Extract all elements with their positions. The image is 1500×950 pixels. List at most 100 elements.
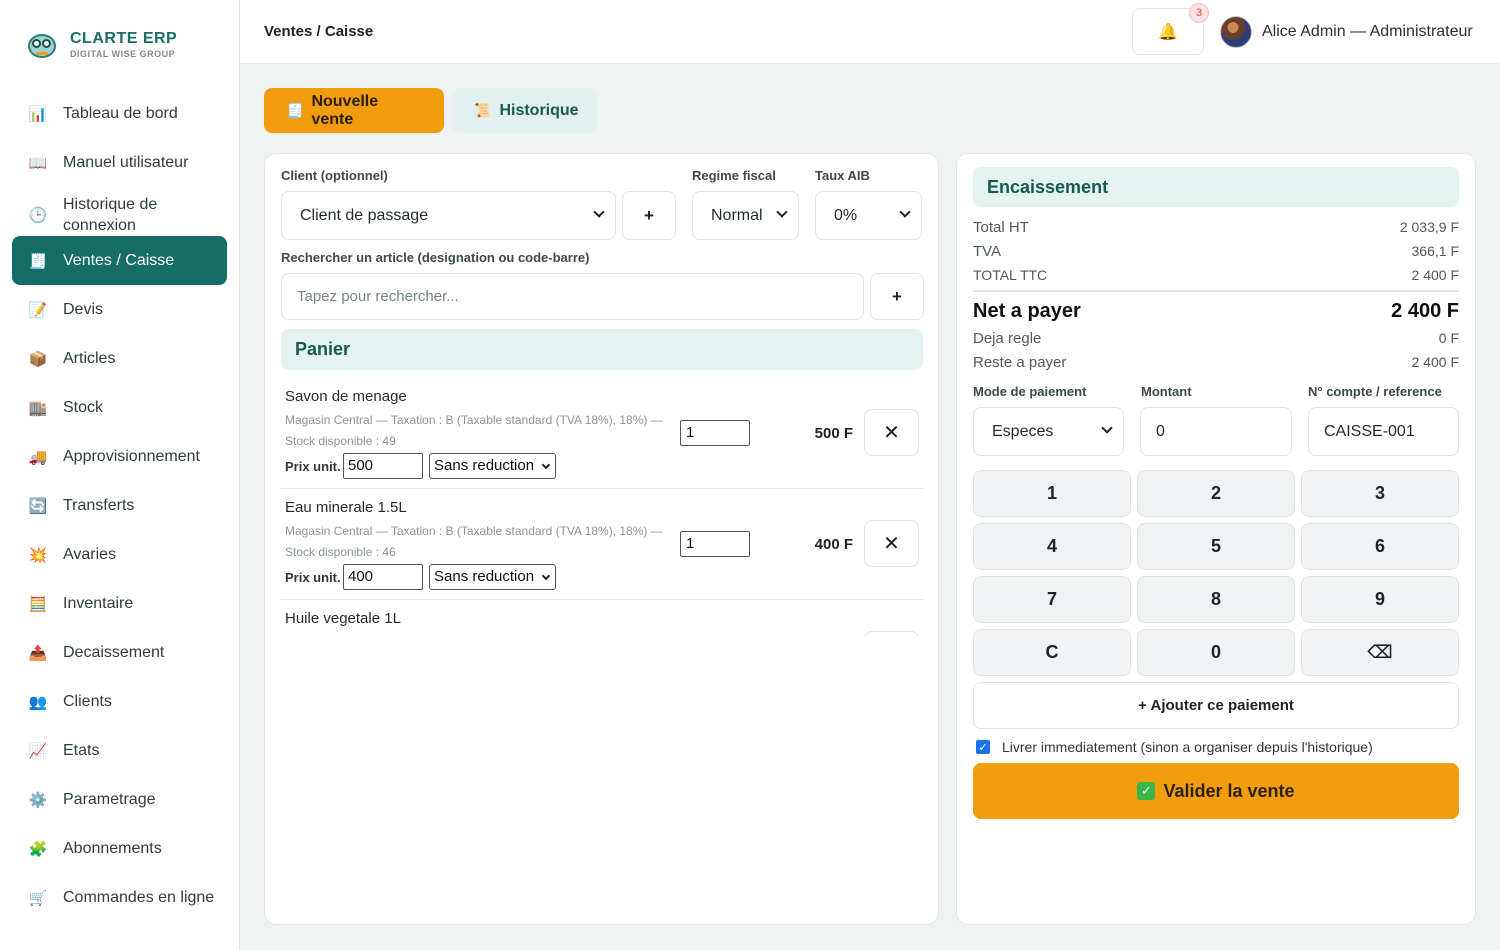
cart-list[interactable]: Savon de menage Magasin Central — Taxatio…	[281, 378, 923, 636]
check-mark-icon: ✓	[1137, 782, 1156, 800]
sidebar-item-tableau-de-bord[interactable]: 📊 Tableau de bord	[12, 89, 227, 138]
sidebar-item-avaries[interactable]: 💥 Avaries	[12, 530, 227, 579]
unit-price-label: Prix unit.	[285, 459, 341, 474]
article-search-input[interactable]: Tapez pour rechercher...	[281, 273, 864, 320]
sidebar-item-manuel-utilisateur[interactable]: 📖 Manuel utilisateur	[12, 138, 227, 187]
sidebar-item-articles[interactable]: 📦 Articles	[12, 334, 227, 383]
book-icon: 📖	[28, 154, 48, 172]
keypad-key-9[interactable]: 9	[1301, 576, 1459, 623]
add-payment-button[interactable]: + Ajouter ce paiement	[973, 682, 1459, 729]
sidebar: CLARTE ERP DIGITAL WISE GROUP 📊 Tableau d…	[0, 0, 240, 950]
sidebar-item-label: Approvisionnement	[63, 448, 200, 465]
amount-input[interactable]: 0	[1140, 407, 1292, 456]
sidebar-item-clients[interactable]: 👥 Clients	[12, 677, 227, 726]
chevron-down-icon	[776, 206, 788, 218]
sidebar-item-stock[interactable]: 🏬 Stock	[12, 383, 227, 432]
net-row: Net a payer 2 400 F	[973, 300, 1459, 323]
net-value: 2 400 F	[1391, 300, 1459, 322]
sidebar-item-inventaire[interactable]: 🧮 Inventaire	[12, 579, 227, 628]
sidebar-item-decaissement[interactable]: 📤 Decaissement	[12, 628, 227, 677]
reduction-select-value: Sans reduction	[434, 568, 535, 585]
transfer-icon: 🔄	[28, 497, 48, 515]
add-client-button[interactable]: +	[622, 191, 676, 240]
keypad-key-0[interactable]: 0	[1137, 629, 1295, 676]
brand-name: CLARTE ERP	[70, 30, 178, 47]
sidebar-item-label: Devis	[63, 301, 104, 318]
unit-price-input[interactable]: 500	[343, 453, 423, 479]
bar-chart-icon: 📊	[28, 105, 48, 123]
quantity-input[interactable]: 1	[680, 420, 750, 446]
outbox-icon: 📤	[28, 644, 48, 662]
keypad-key-3[interactable]: 3	[1301, 470, 1459, 517]
remove-item-button[interactable]: ✕	[864, 631, 919, 636]
validate-sale-label: Valider la vente	[1163, 780, 1295, 801]
sidebar-item-label: Etats	[63, 742, 100, 759]
user-name[interactable]: Alice Admin — Administrateur	[1262, 23, 1473, 41]
deliver-checkbox[interactable]: ✓	[976, 740, 990, 754]
cart-item-meta: Magasin Central — Taxation : B (Taxable …	[285, 632, 675, 636]
keypad-key-2[interactable]: 2	[1137, 470, 1295, 517]
paid-value: 0 F	[1438, 330, 1459, 346]
receipt-icon: 🧾	[286, 102, 304, 118]
chevron-down-icon	[541, 571, 551, 581]
reference-input[interactable]: CAISSE-001	[1308, 407, 1459, 456]
total-ht-value: 2 033,9 F	[1399, 219, 1459, 235]
sidebar-item-label: Clients	[63, 693, 112, 710]
notifications-button[interactable]: 🔔 3	[1132, 3, 1209, 55]
cart-item: Savon de menage Magasin Central — Taxatio…	[281, 378, 923, 489]
tva-value: 366,1 F	[1411, 243, 1459, 259]
scroll-icon: 📜	[474, 102, 492, 118]
sidebar-item-devis[interactable]: 📝 Devis	[12, 285, 227, 334]
avatar[interactable]	[1220, 16, 1252, 48]
total-ht-label: Total HT	[973, 219, 1029, 236]
sidebar-item-approvisionnement[interactable]: 🚚 Approvisionnement	[12, 432, 227, 481]
keypad-key-8[interactable]: 8	[1137, 576, 1295, 623]
remove-item-button[interactable]: ✕	[864, 409, 919, 456]
reduction-select[interactable]: Sans reduction	[429, 453, 556, 479]
unit-price-input[interactable]: 400	[343, 564, 423, 590]
bell-icon: 🔔	[1158, 23, 1178, 41]
sidebar-item-etats[interactable]: 📈 Etats	[12, 726, 227, 775]
total-ht-row: Total HT 2 033,9 F	[973, 219, 1459, 236]
remove-item-button[interactable]: ✕	[864, 520, 919, 567]
keypad-key-4[interactable]: 4	[973, 523, 1131, 570]
sidebar-item-abonnements[interactable]: 🧩 Abonnements	[12, 824, 227, 873]
paid-row: Deja regle 0 F	[973, 330, 1459, 347]
sidebar-item-commandes-en-ligne[interactable]: 🛒 Commandes en ligne	[12, 873, 227, 922]
regime-select-value: Normal	[711, 206, 763, 224]
payment-mode-select[interactable]: Especes	[973, 407, 1124, 456]
breadcrumb: Ventes / Caisse	[264, 23, 374, 40]
puzzle-icon: 🧩	[28, 840, 48, 858]
keypad-key-5[interactable]: 5	[1137, 523, 1295, 570]
summary-divider	[973, 290, 1459, 292]
regime-select[interactable]: Normal	[692, 191, 799, 240]
warehouse-icon: 🏬	[28, 399, 48, 417]
chevron-down-icon	[593, 206, 605, 218]
sidebar-item-parametrage[interactable]: ⚙️ Parametrage	[12, 775, 227, 824]
rest-row: Reste a payer 2 400 F	[973, 354, 1459, 371]
sidebar-item-transferts[interactable]: 🔄 Transferts	[12, 481, 227, 530]
validate-sale-button[interactable]: ✓ Valider la vente	[973, 763, 1459, 819]
sidebar-item-historique-de-connexion[interactable]: 🕒 Historique de connexion	[12, 187, 227, 243]
deliver-option[interactable]: ✓ Livrer immediatement (sinon a organise…	[976, 739, 1373, 755]
reduction-select[interactable]: Sans reduction	[429, 564, 556, 590]
sidebar-item-ventes-caisse[interactable]: 🧾 Ventes / Caisse	[12, 236, 227, 285]
sidebar-item-label: Ventes / Caisse	[63, 252, 175, 269]
keypad-key-1[interactable]: 1	[973, 470, 1131, 517]
tab-history[interactable]: 📜 Historique	[452, 88, 597, 133]
paid-label: Deja regle	[973, 330, 1042, 347]
sidebar-item-label: Tableau de bord	[63, 105, 178, 122]
brand[interactable]: CLARTE ERP DIGITAL WISE GROUP	[26, 28, 177, 62]
aib-select[interactable]: 0%	[815, 191, 922, 240]
aib-label: Taux AIB	[815, 168, 870, 183]
tab-new-sale-label: Nouvelle vente	[311, 92, 379, 128]
keypad-key-7[interactable]: 7	[973, 576, 1131, 623]
tab-new-sale[interactable]: 🧾 Nouvelle vente	[264, 88, 444, 133]
add-article-button[interactable]: +	[870, 273, 924, 320]
backspace-key[interactable]: ⌫	[1301, 629, 1459, 676]
clear-key[interactable]: C	[973, 629, 1131, 676]
close-icon: ✕	[883, 533, 900, 555]
quantity-input[interactable]: 1	[680, 531, 750, 557]
client-select[interactable]: Client de passage	[281, 191, 616, 240]
keypad-key-6[interactable]: 6	[1301, 523, 1459, 570]
